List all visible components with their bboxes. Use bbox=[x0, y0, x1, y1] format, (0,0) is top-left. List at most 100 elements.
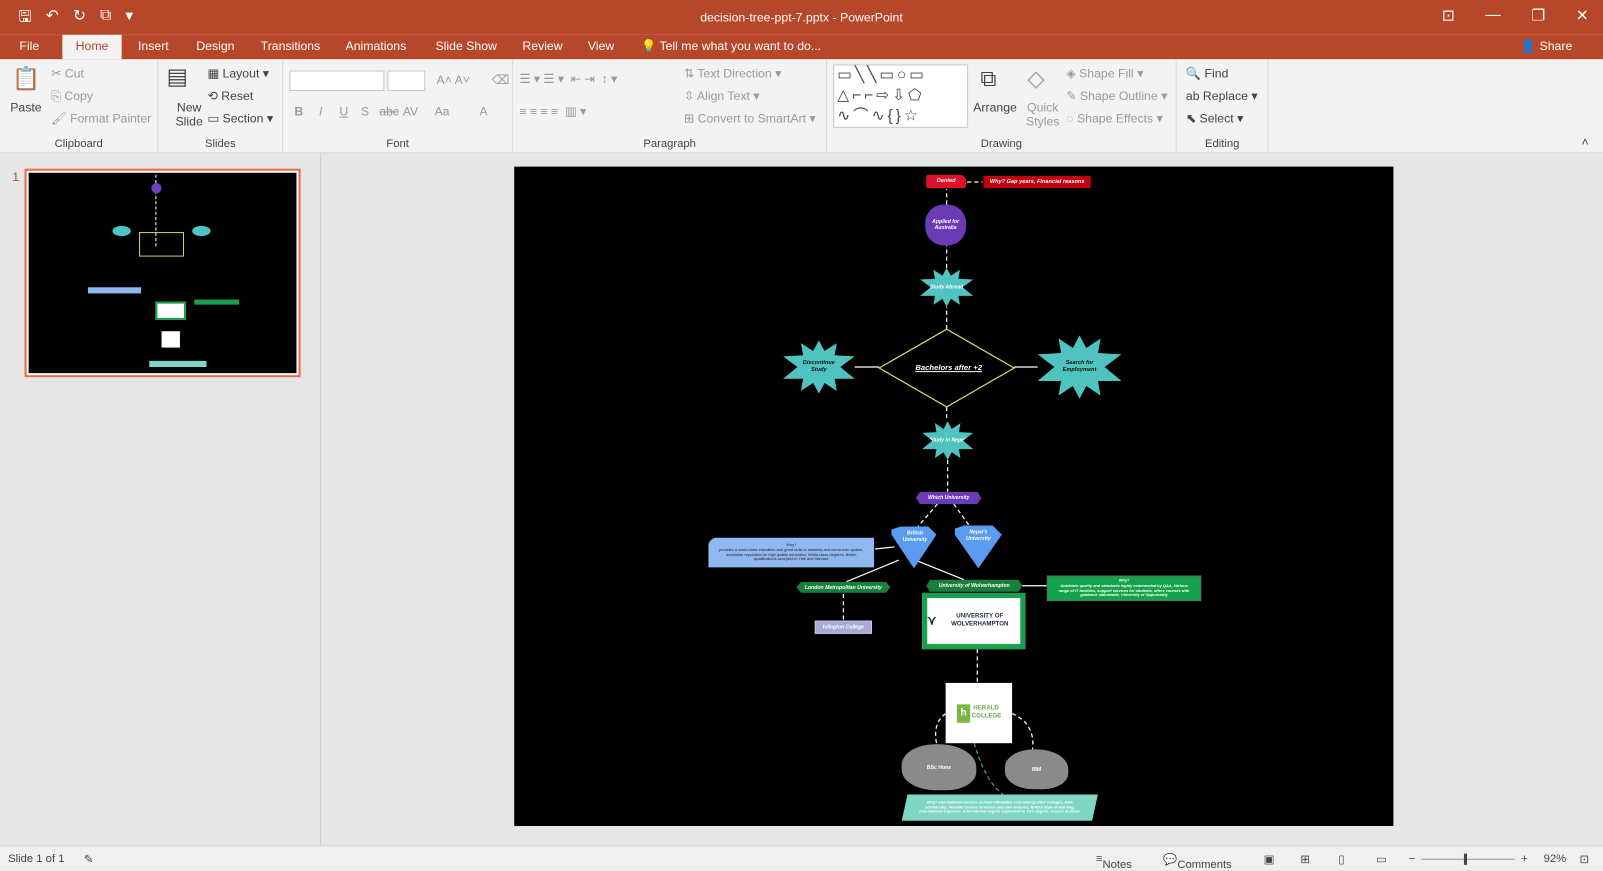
font-size-input[interactable] bbox=[387, 70, 426, 91]
editing-group: 🔍 Find ab Replace ▾ ⬉ Select ▾ Editing bbox=[1177, 59, 1269, 154]
new-slide-icon: ▤ bbox=[166, 63, 188, 89]
wolverhampton-why-box[interactable]: Why? Academic quality and standards high… bbox=[1046, 575, 1202, 602]
smartart-button[interactable]: ⊞ Convert to SmartArt ▾ bbox=[684, 111, 816, 125]
tab-file[interactable]: File bbox=[19, 39, 39, 53]
zoom-slider-thumb[interactable] bbox=[1463, 853, 1468, 865]
ribbon-tabs: File Home Insert Design Transitions Anim… bbox=[0, 34, 1603, 60]
tab-slide-show[interactable]: Slide Show bbox=[435, 39, 496, 53]
zoom-level[interactable]: 92% bbox=[1544, 853, 1567, 865]
british-why-box[interactable]: Why? provides a world-class education an… bbox=[708, 537, 875, 568]
replace-button[interactable]: ab Replace ▾ bbox=[1186, 89, 1258, 103]
wolverhampton-box[interactable]: University of Wolverhampton bbox=[926, 579, 1023, 592]
cut-button[interactable]: ✂ Cut bbox=[51, 66, 84, 80]
thumb-shape bbox=[155, 301, 187, 320]
wolverhampton-logo-icon: ⋎ bbox=[927, 613, 937, 628]
tell-me-search[interactable]: 💡 Tell me what you want to do... bbox=[641, 39, 821, 53]
slides-group: ▤ New Slide ▦ Layout ▾ ⟲ Reset ▭ Section… bbox=[158, 59, 284, 154]
copy-button[interactable]: ⎘ Copy bbox=[51, 89, 93, 104]
underline-button[interactable]: U bbox=[339, 104, 348, 118]
decision-label[interactable]: Bachelors after +2 bbox=[903, 358, 995, 376]
which-university-box[interactable]: Which University bbox=[915, 491, 982, 504]
section-button[interactable]: ▭ Section ▾ bbox=[208, 111, 273, 125]
spell-check-icon[interactable]: ✎ bbox=[84, 853, 93, 866]
tab-view[interactable]: View bbox=[588, 39, 614, 53]
shapes-gallery[interactable]: ▭╲╲▭○▭ △⌐⌐⇨⇩⬠ ∿⌒∿{}☆ bbox=[833, 64, 969, 128]
italic-button[interactable]: I bbox=[319, 104, 322, 118]
slide-thumbnail[interactable] bbox=[24, 168, 301, 378]
denied-why-box[interactable]: Why? Gap years, Financial reasons bbox=[983, 175, 1091, 189]
tab-review[interactable]: Review bbox=[522, 39, 562, 53]
share-button[interactable]: 👤 Share bbox=[1515, 37, 1579, 55]
find-button[interactable]: 🔍 Find bbox=[1186, 66, 1229, 80]
grow-font-button[interactable]: A˄ A˅ bbox=[437, 73, 470, 87]
british-university-label[interactable]: British University bbox=[899, 529, 932, 545]
connector bbox=[917, 560, 965, 581]
zoom-slider[interactable] bbox=[1420, 853, 1516, 865]
herald-logo-image[interactable]: h HERALD COLLEGE bbox=[945, 682, 1013, 744]
slide-canvas[interactable]: Denied Why? Gap years, Financial reasons… bbox=[514, 166, 1394, 827]
slide-sorter-icon[interactable]: ⊞ bbox=[1300, 853, 1309, 866]
fit-slide-icon[interactable]: ⊡ bbox=[1579, 853, 1588, 866]
collapse-ribbon-icon[interactable]: ˄ bbox=[1581, 135, 1588, 149]
thumb-shape bbox=[194, 299, 240, 305]
slideshow-view-icon[interactable]: ▭ bbox=[1376, 853, 1387, 866]
layout-button[interactable]: ▦ Layout ▾ bbox=[208, 66, 269, 80]
islington-box[interactable]: Islington College bbox=[814, 620, 873, 634]
slide-thumbnail-pane: 1 bbox=[0, 153, 322, 846]
paste-button[interactable]: Paste bbox=[10, 100, 41, 114]
clear-formatting-icon[interactable]: ⌫ bbox=[492, 73, 509, 87]
nepal-university-label[interactable]: Nepal's University bbox=[962, 528, 995, 544]
font-name-input[interactable] bbox=[289, 70, 385, 91]
herald-why-box[interactable]: Why? International courses at most affor… bbox=[901, 794, 1098, 821]
char-spacing-button[interactable]: AV bbox=[403, 104, 418, 118]
zoom-in-button[interactable]: + bbox=[1521, 853, 1528, 865]
change-case-button[interactable]: Aa bbox=[434, 104, 449, 118]
restore-button[interactable]: ❐ bbox=[1531, 6, 1545, 24]
london-met-box[interactable]: London Metropolitan University bbox=[796, 581, 891, 593]
normal-view-icon[interactable]: ▣ bbox=[1264, 853, 1275, 866]
denied-box[interactable]: Denied bbox=[926, 174, 967, 189]
strikethrough-button[interactable]: abc bbox=[379, 104, 399, 118]
bold-button[interactable]: B bbox=[294, 104, 303, 118]
ribbon-display-icon[interactable]: ⊡ bbox=[1442, 6, 1455, 24]
ibm-cloud[interactable]: IBM bbox=[1004, 749, 1069, 790]
align-text-button[interactable]: ⇳ Align Text ▾ bbox=[684, 89, 760, 103]
tab-insert[interactable]: Insert bbox=[138, 39, 169, 53]
tab-home[interactable]: Home bbox=[62, 34, 122, 60]
applied-australia-shape[interactable]: Applied for Australia bbox=[925, 204, 967, 246]
reading-view-icon[interactable]: ▯ bbox=[1338, 853, 1344, 866]
connector bbox=[917, 503, 938, 527]
align-icons[interactable]: ≡ ≡ ≡ ≡ ▥ ▾ bbox=[519, 104, 586, 118]
minimize-button[interactable]: — bbox=[1485, 6, 1500, 24]
thumb-shape bbox=[87, 287, 142, 294]
select-button[interactable]: ⬉ Select ▾ bbox=[1186, 111, 1243, 125]
bsc-cloud[interactable]: BSc Hons bbox=[901, 744, 977, 791]
bullets-icon[interactable]: ☰ ▾ ☰ ▾ ⇤ ⇥ ↕ ▾ bbox=[519, 72, 617, 86]
shape-fill-button[interactable]: ◈ Shape Fill ▾ bbox=[1066, 66, 1143, 80]
shape-effects-button[interactable]: ◌ Shape Effects ▾ bbox=[1066, 111, 1162, 125]
thumb-shape bbox=[161, 331, 180, 348]
zoom-out-button[interactable]: − bbox=[1409, 853, 1416, 865]
shadow-button[interactable]: S bbox=[361, 104, 369, 118]
arrange-button[interactable]: Arrange bbox=[973, 100, 1017, 114]
thumb-shape bbox=[192, 225, 211, 237]
comments-button[interactable]: 💬 Comments bbox=[1163, 853, 1231, 871]
close-button[interactable]: ✕ bbox=[1576, 6, 1589, 24]
editing-label: Editing bbox=[1204, 138, 1240, 151]
text-direction-button[interactable]: ⇅ Text Direction ▾ bbox=[684, 66, 781, 80]
new-slide-button[interactable]: New Slide bbox=[169, 100, 210, 129]
reset-button[interactable]: ⟲ Reset bbox=[208, 89, 254, 103]
quick-styles-button[interactable]: Quick Styles bbox=[1024, 100, 1061, 129]
tab-design[interactable]: Design bbox=[196, 39, 234, 53]
format-painter-button[interactable]: 🖌 Format Painter bbox=[51, 111, 151, 125]
slide-count: Slide 1 of 1 bbox=[8, 852, 65, 865]
tab-transitions[interactable]: Transitions bbox=[261, 39, 321, 53]
herald-logo-icon: h bbox=[957, 703, 970, 723]
notes-button[interactable]: ≡ Notes bbox=[1096, 853, 1132, 871]
wolverhampton-logo-image[interactable]: ⋎ UNIVERSITY OF WOLVERHAMPTON bbox=[922, 592, 1026, 650]
font-color-button[interactable]: A bbox=[479, 104, 487, 118]
connector bbox=[1011, 713, 1034, 750]
tab-animations[interactable]: Animations bbox=[346, 39, 407, 53]
lightbulb-icon: 💡 bbox=[640, 38, 657, 54]
shape-outline-button[interactable]: ✎ Shape Outline ▾ bbox=[1066, 89, 1167, 103]
